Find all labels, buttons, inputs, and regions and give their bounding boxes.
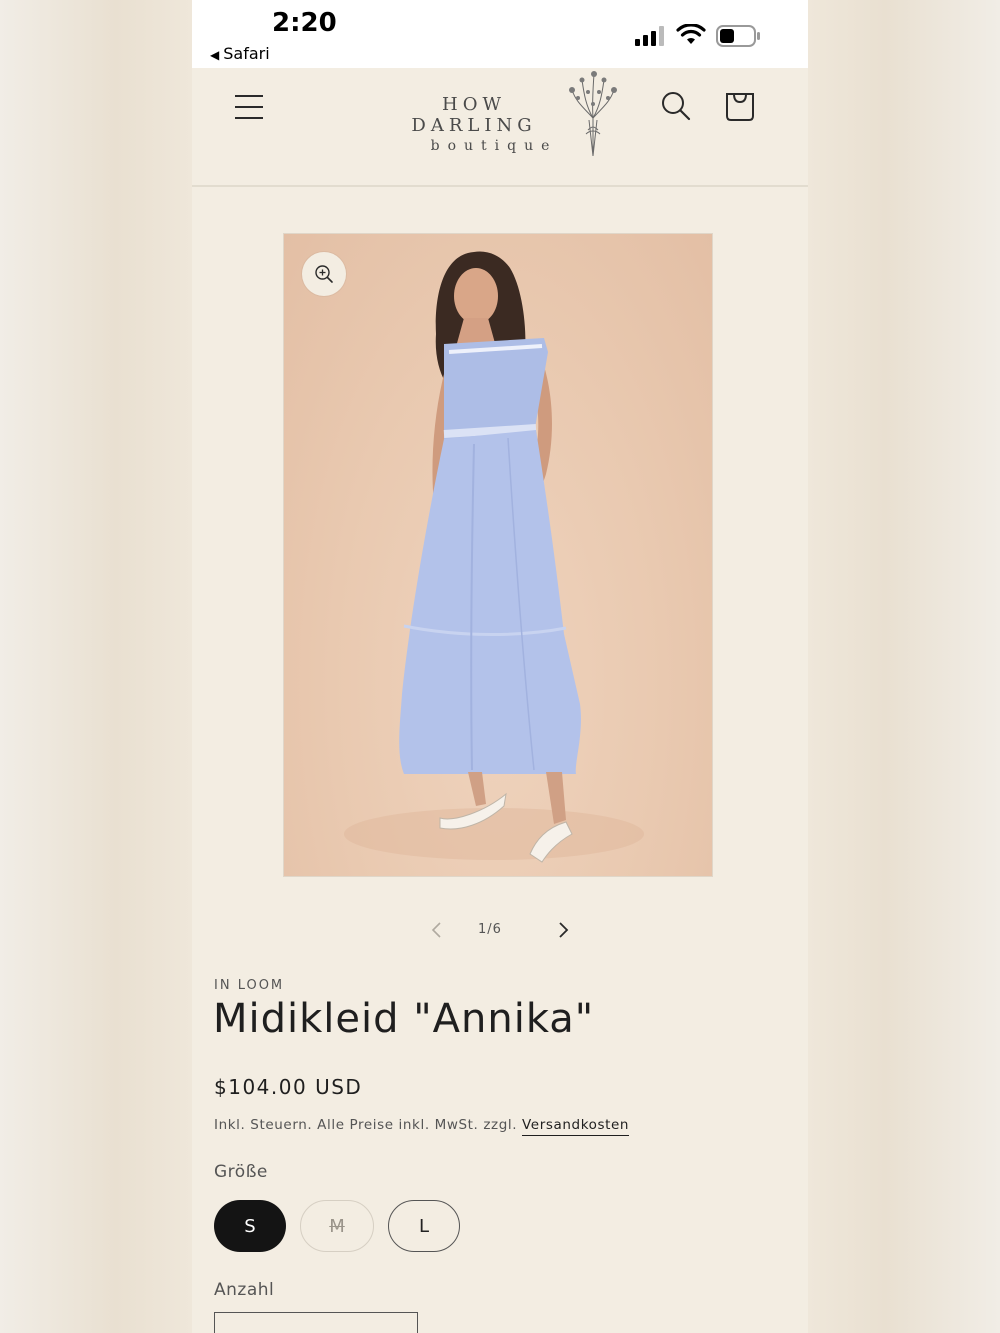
quantity-stepper[interactable] [214, 1312, 418, 1333]
back-arrow-icon: ◀ [210, 48, 220, 62]
menu-icon[interactable] [234, 94, 264, 120]
tax-note: Inkl. Steuern. Alle Preise inkl. MwSt. z… [214, 1117, 630, 1136]
gallery-slider: 1/6 [416, 915, 576, 945]
chevron-left-icon[interactable] [430, 921, 444, 939]
quantity-label: Anzahl [214, 1280, 275, 1300]
size-option-s[interactable]: S [214, 1200, 286, 1252]
product-price: $104.00 USD [214, 1075, 363, 1099]
product-vendor: IN LOOM [214, 978, 285, 993]
bouquet-logo-icon [569, 71, 617, 157]
cart-icon[interactable] [724, 88, 756, 122]
battery-icon [716, 25, 760, 47]
wifi-icon [676, 24, 706, 44]
search-icon[interactable] [660, 90, 692, 122]
store-logo[interactable]: HOW DARLING boutique [384, 94, 564, 154]
size-option-l[interactable]: L [388, 1200, 460, 1252]
model-photo [344, 251, 644, 863]
chevron-right-icon[interactable] [556, 921, 570, 939]
status-time: 2:20 [272, 8, 337, 38]
back-to-app[interactable]: ◀ Safari [210, 44, 270, 63]
signal-icon [635, 26, 664, 46]
back-app-label: Safari [223, 44, 270, 63]
size-label: Größe [214, 1162, 268, 1182]
size-option-m[interactable]: M [300, 1200, 374, 1252]
status-bar: 2:20 ◀ Safari [192, 0, 808, 68]
zoom-in-icon [315, 265, 333, 283]
zoom-button[interactable] [302, 252, 346, 296]
logo-main-text: HOW DARLING [411, 94, 537, 136]
gallery-counter: 1/6 [478, 922, 502, 937]
phone-screen: 2:20 ◀ Safari HOW DARLING boutique 1/6 I… [192, 0, 808, 1333]
site-header: HOW DARLING boutique [192, 68, 808, 187]
background-left [0, 0, 192, 1333]
shipping-link[interactable]: Versandkosten [522, 1117, 630, 1136]
product-title: Midikleid "Annika" [213, 996, 595, 1042]
tax-note-text: Inkl. Steuern. Alle Preise inkl. MwSt. z… [214, 1117, 523, 1133]
background-right [808, 0, 1000, 1333]
product-image[interactable] [283, 233, 713, 877]
logo-sub-text: boutique [430, 138, 558, 154]
